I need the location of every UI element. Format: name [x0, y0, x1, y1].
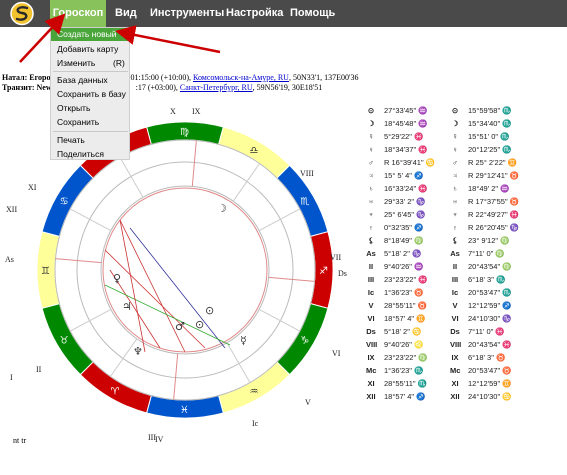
planet-symbol-icon: VIII	[366, 340, 378, 349]
planet-position-transit: R 26°20'45" ♑	[468, 223, 520, 232]
planet-position-transit: 6°18' 3" ♉	[468, 353, 506, 362]
planet-position-transit: 18°49' 2" ♒	[468, 184, 510, 193]
planet-symbol-icon: ♅	[452, 197, 458, 206]
planet-symbol-icon: ♃	[368, 171, 374, 180]
planet-position-natal: 18°57' 4" ♐	[384, 392, 426, 401]
planet-symbol-icon: VI	[451, 314, 459, 323]
planet-position-natal: 9°40'26" ♌	[384, 340, 424, 349]
planet-symbol-icon: ⊙	[367, 106, 375, 115]
planet-position-transit: 12°12'59" ♊	[468, 379, 512, 388]
planet-symbol-icon: Ds	[450, 327, 460, 336]
planet-symbol-icon: XII	[366, 392, 376, 401]
planet-symbol-icon: ♃	[452, 171, 458, 180]
planet-position-natal: 23°23'22" ♓	[384, 275, 428, 284]
planet-position-transit: 15°51' 0" ♏	[468, 132, 510, 141]
arrow-to-create-new	[115, 25, 221, 54]
planet-position-natal: 25° 6'45" ♑	[384, 210, 426, 219]
planet-position-transit: 15°59'58" ♏	[468, 106, 512, 115]
planet-symbol-icon: ⚸	[452, 236, 458, 245]
planet-position-natal: 18°45'48" ♒	[384, 119, 428, 128]
planet-position-transit: 15°34'40" ♏	[468, 119, 512, 128]
planet-position-transit: 20°43'54" ♍	[468, 262, 512, 271]
planet-position-natal: 29°33' 2" ♑	[384, 197, 426, 206]
planet-position-natal: 18°34'37" ♓	[384, 145, 428, 154]
planet-position-transit: 6°18' 3" ♏	[468, 275, 506, 284]
planet-symbol-icon: VI	[367, 314, 375, 323]
planet-position-natal: 28°55'11" ♏	[384, 379, 427, 388]
planet-symbol-icon: V	[452, 301, 458, 310]
planet-symbol-icon: III	[451, 275, 459, 284]
planet-position-transit: 7°11' 0" ♓	[468, 327, 505, 336]
planet-symbol-icon: XI	[367, 379, 375, 388]
planet-position-transit: 20°12'25" ♏	[468, 145, 512, 154]
planet-symbol-icon: ☽	[451, 119, 459, 128]
planet-position-natal: 5°29'22" ♓	[384, 132, 424, 141]
planet-symbol-icon: IX	[367, 353, 375, 362]
planet-position-natal: 23°23'22" ♍	[384, 353, 428, 362]
planet-position-natal: 16°33'24" ♓	[384, 184, 428, 193]
planet-symbol-icon: ♆	[368, 210, 374, 219]
planet-position-natal: 1°36'23" ♉	[384, 288, 424, 297]
planet-position-transit: 12°12'59" ♐	[468, 301, 512, 310]
planet-symbol-icon: ♇	[368, 223, 374, 232]
planet-symbol-icon: Mc	[366, 366, 377, 375]
planet-symbol-icon: VIII	[450, 340, 462, 349]
planet-symbol-icon: ♂	[368, 158, 374, 167]
planet-position-natal: 28°55'11" ♉	[384, 301, 427, 310]
planet-symbol-icon: ♅	[368, 197, 374, 206]
planet-position-natal: 1°36'23" ♏	[384, 366, 424, 375]
planet-position-transit: 7°11' 0" ♍	[468, 249, 505, 258]
arrow-to-horoscope	[19, 13, 66, 63]
planet-position-natal: 15° 5' 4" ♐	[384, 171, 424, 180]
planet-position-transit: 24°10'30" ♑	[468, 314, 512, 323]
planet-symbol-icon: Mc	[450, 366, 461, 375]
planet-position-transit: R 22°49'27" ♓	[468, 210, 520, 219]
planet-symbol-icon: ♂	[452, 158, 458, 167]
planet-position-transit: 20°43'54" ♓	[468, 340, 512, 349]
planet-symbol-icon: IX	[451, 353, 459, 362]
planet-symbol-icon: ♀	[452, 145, 458, 154]
planet-position-transit: 20°53'47" ♏	[468, 288, 512, 297]
planet-position-natal: 27°33'45" ♒	[384, 106, 428, 115]
planet-symbol-icon: ⚸	[368, 236, 374, 245]
planet-position-natal: 18°57' 4" ♊	[384, 314, 426, 323]
planet-symbol-icon: Ic	[367, 288, 375, 297]
planet-position-natal: 0°32'35" ♐	[384, 223, 424, 232]
planet-symbol-icon: III	[367, 275, 375, 284]
planet-position-transit: 23° 9'12" ♍	[468, 236, 510, 245]
planet-symbol-icon: ☽	[367, 119, 375, 128]
planet-symbol-icon: ⊙	[451, 106, 459, 115]
planet-position-transit: R 25° 2'22" ♊	[468, 158, 517, 167]
planet-symbol-icon: II	[452, 262, 458, 271]
chart-mode-toggle[interactable]: nt tr	[13, 436, 26, 445]
planet-position-natal: 8°18'49" ♍	[384, 236, 424, 245]
planet-symbol-icon: V	[368, 301, 374, 310]
planet-symbol-icon: ☿	[452, 132, 458, 141]
planet-symbol-icon: As	[450, 249, 460, 258]
planet-symbol-icon: As	[366, 249, 376, 258]
planet-symbol-icon: XII	[450, 392, 460, 401]
planet-position-transit: R 17°37'55" ♉	[468, 197, 520, 206]
planet-position-natal: 5°18' 2" ♋	[384, 327, 422, 336]
planet-position-transit: R 29°12'41" ♉	[468, 171, 520, 180]
planet-symbol-icon: ♀	[368, 145, 374, 154]
planet-position-natal: 9°40'26" ♒	[384, 262, 424, 271]
planet-symbol-icon: II	[368, 262, 374, 271]
planet-symbol-icon: ♄	[368, 184, 374, 193]
planet-position-transit: 20°53'47" ♉	[468, 366, 512, 375]
planet-symbol-icon: XI	[451, 379, 459, 388]
planet-position-transit: 24°10'30" ♋	[468, 392, 512, 401]
planet-symbol-icon: Ic	[451, 288, 459, 297]
planet-position-natal: R 16°39'41" ♋	[384, 158, 436, 167]
planet-symbol-icon: ☿	[368, 132, 374, 141]
planet-symbol-icon: Ds	[366, 327, 376, 336]
planet-position-natal: 5°18' 2" ♑	[384, 249, 422, 258]
planet-symbol-icon: ♄	[452, 184, 458, 193]
planet-symbol-icon: ♇	[452, 223, 458, 232]
planet-symbol-icon: ♆	[452, 210, 458, 219]
